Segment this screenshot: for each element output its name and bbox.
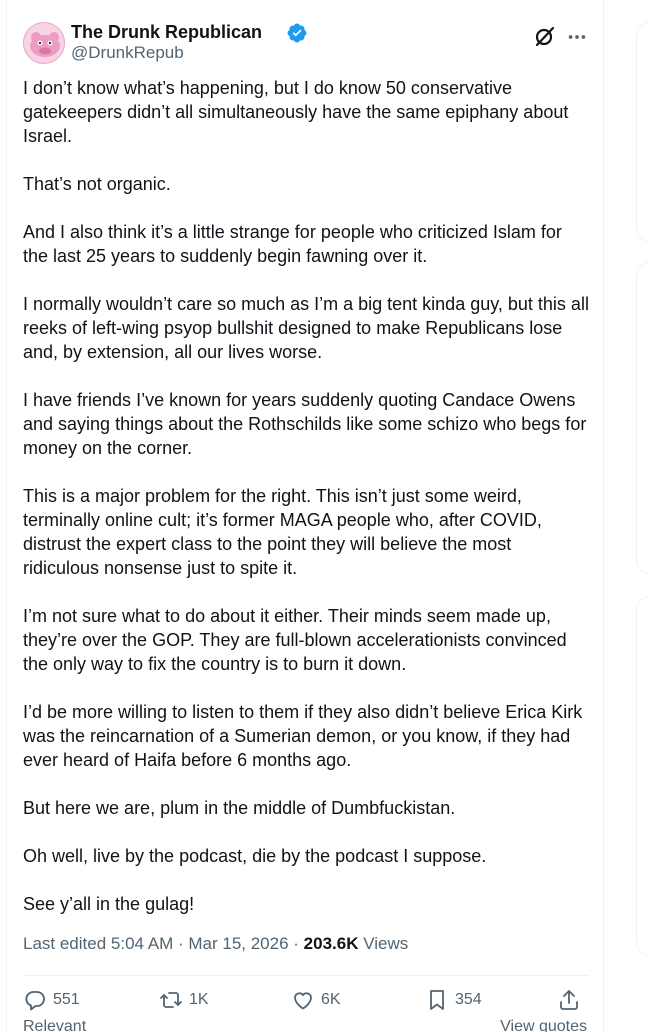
bookmark-count: 354 <box>455 991 482 1008</box>
share-button[interactable] <box>557 986 581 1014</box>
action-bar: 551 1K 6K 354 <box>23 986 589 1014</box>
edited-timestamp[interactable]: Last edited 5:04 AM · Mar 15, 2026 · <box>23 934 304 953</box>
reply-count: 551 <box>53 991 80 1008</box>
avatar-image <box>24 23 64 63</box>
sidebar-card <box>636 262 648 574</box>
views-count: 203.6K <box>303 934 359 953</box>
like-button[interactable]: 6K <box>291 986 341 1014</box>
tweet-paragraph: I don’t know what’s happening, but I do … <box>23 78 569 146</box>
tweet-text: I don’t know what’s happening, but I do … <box>23 76 589 940</box>
more-icon[interactable] <box>566 26 588 48</box>
like-count: 6K <box>321 991 341 1008</box>
repost-icon <box>160 992 182 1008</box>
tweet-paragraph: I normally wouldn’t care so much as I’m … <box>23 294 589 362</box>
tweet-paragraph: I have friends I’ve known for years sudd… <box>23 390 587 458</box>
tweet-paragraph: I’d be more willing to listen to them if… <box>23 702 583 770</box>
sidebar-card <box>636 596 648 956</box>
sidebar-card <box>636 22 648 242</box>
tweet-paragraph: Oh well, live by the podcast, die by the… <box>23 846 487 866</box>
author-name[interactable]: The Drunk Republican <box>71 22 262 43</box>
tweet-paragraph: And I also think it’s a little strange f… <box>23 222 562 266</box>
repost-button[interactable]: 1K <box>159 986 209 1014</box>
tweet-paragraph: This is a major problem for the right. T… <box>23 486 542 578</box>
bookmark-icon <box>430 990 444 1010</box>
main-column: The Drunk Republican @DrunkRepub I don’t… <box>6 0 604 1032</box>
reply-button[interactable]: 551 <box>23 986 80 1014</box>
tweet-header: The Drunk Republican @DrunkRepub <box>23 20 589 64</box>
like-icon <box>294 992 312 1010</box>
view-quotes-link[interactable]: View quotes <box>500 1018 587 1032</box>
tweet-paragraph: But here we are, plum in the middle of D… <box>23 798 456 818</box>
tweet-meta: Last edited 5:04 AM · Mar 15, 2026 · 203… <box>23 934 408 954</box>
tweet-paragraph: See y’all in the gulag! <box>23 894 195 914</box>
bookmark-button[interactable]: 354 <box>425 986 482 1014</box>
verified-badge-icon <box>287 23 307 43</box>
repost-count: 1K <box>189 991 209 1008</box>
tweet-paragraph: That’s not organic. <box>23 174 171 194</box>
reply-controls: Relevant View quotes <box>23 1018 589 1032</box>
grok-icon[interactable] <box>533 24 557 48</box>
share-icon <box>560 990 578 1010</box>
avatar[interactable] <box>23 22 65 64</box>
tweet-paragraph: I’m not sure what to do about it either.… <box>23 606 567 674</box>
sort-dropdown[interactable]: Relevant <box>23 1018 86 1032</box>
author-handle[interactable]: @DrunkRepub <box>71 43 184 63</box>
divider <box>23 975 589 976</box>
reply-icon <box>25 991 45 1011</box>
views-label: Views <box>358 934 409 953</box>
